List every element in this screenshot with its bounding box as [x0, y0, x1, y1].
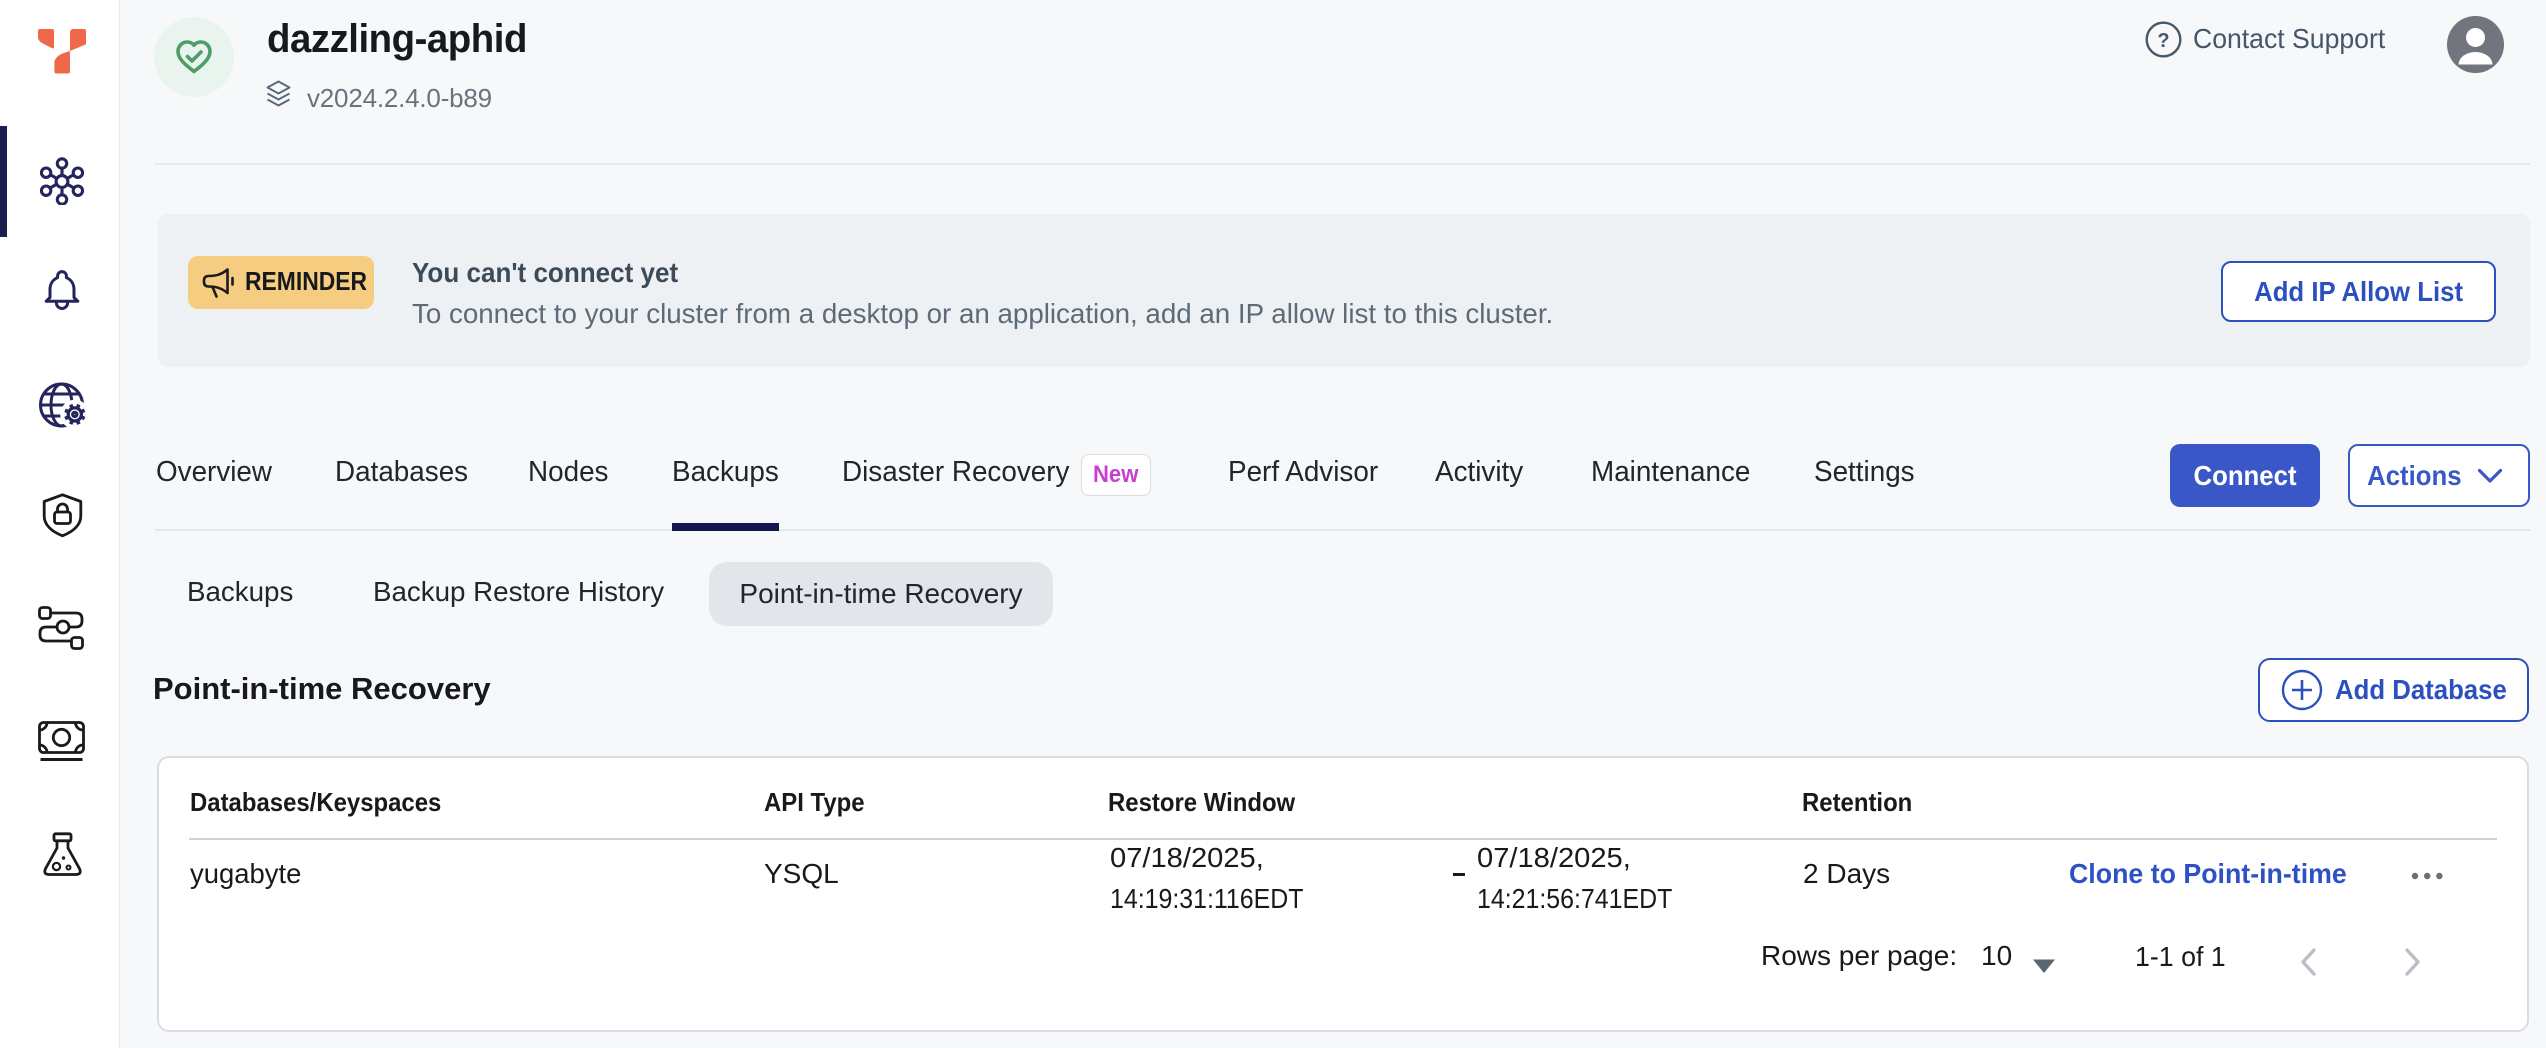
svg-text:?: ? — [2157, 30, 2169, 52]
